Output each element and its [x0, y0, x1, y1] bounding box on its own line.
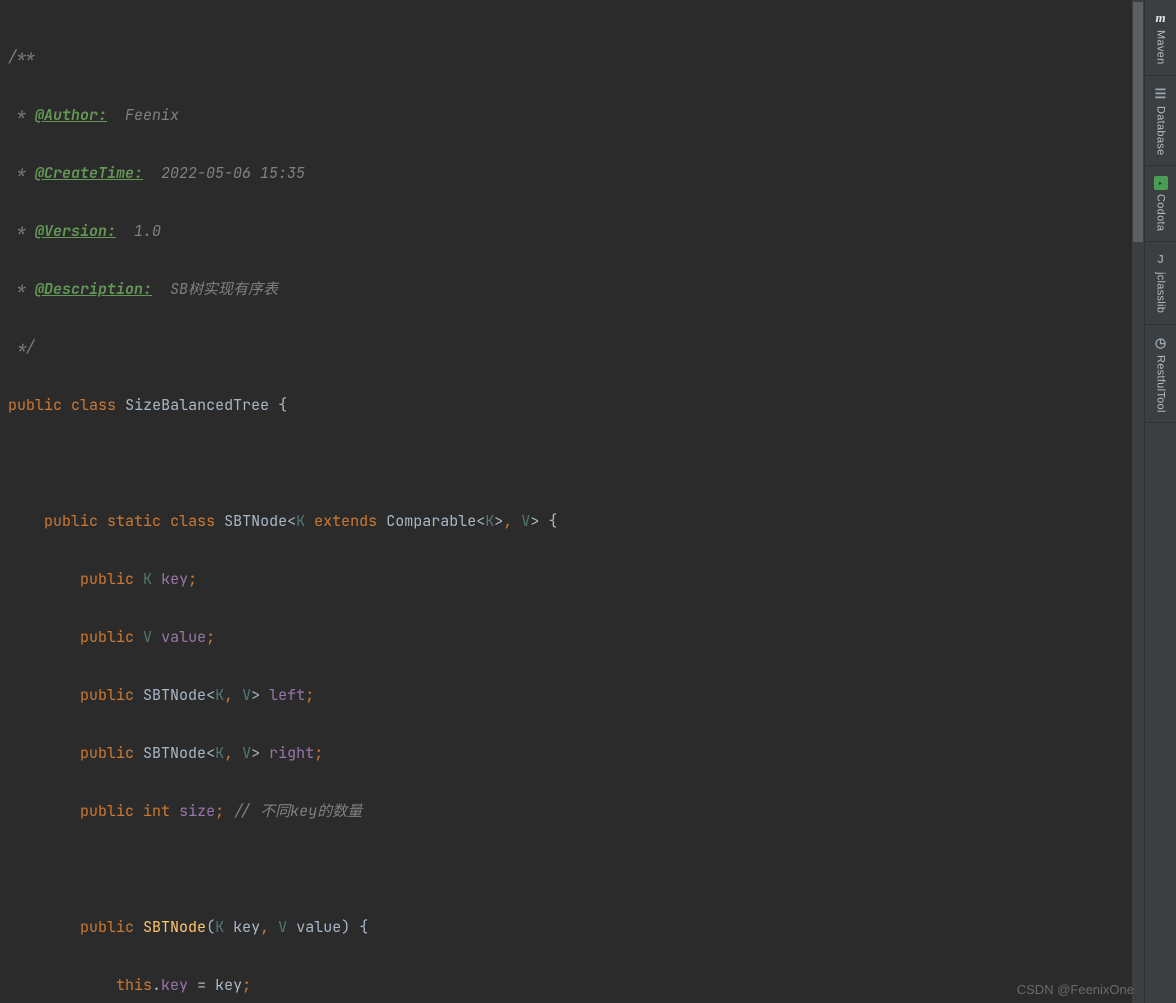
doc-description-tag: @Description: [35, 279, 152, 299]
doc-version-tag: @Version: [35, 221, 116, 241]
doc-createtime-tag: @CreateTime: [35, 163, 143, 183]
doc-createtime-val: 2022-05-06 15:35 [161, 163, 305, 183]
kw-class: class [71, 395, 116, 415]
rail-item-maven[interactable]: m Maven [1145, 0, 1176, 76]
rail-label-codota: Codota [1155, 194, 1167, 231]
rail-item-codota[interactable]: ▸ Codota [1145, 166, 1176, 242]
doc-close: */ [17, 337, 35, 357]
kw-public: public [8, 395, 62, 415]
rail-label-restfultool: RestfulTool [1155, 355, 1167, 413]
scrollbar-track[interactable] [1132, 0, 1144, 1003]
doc-description-val: SB树实现有序表 [170, 279, 278, 299]
cls-sbtnode: SBTNode [224, 511, 287, 531]
rail-item-database[interactable]: ☰ Database [1145, 76, 1176, 167]
rail-label-maven: Maven [1155, 30, 1167, 65]
doc-author-tag: @Author: [35, 105, 107, 125]
rail-item-jclasslib[interactable]: J jclasslib [1145, 242, 1176, 324]
code-editor[interactable]: /** * @Author: Feenix * @CreateTime: 202… [0, 0, 1144, 1003]
doc-version-val: 1.0 [134, 221, 161, 241]
doc-open: /** [8, 47, 35, 67]
rail-item-restfultool[interactable]: ◷ RestfulTool [1145, 325, 1176, 424]
cmt-size: // 不同key的数量 [233, 801, 362, 821]
rail-label-jclasslib: jclasslib [1155, 272, 1167, 313]
restfultool-icon: ◷ [1153, 335, 1169, 351]
code-content: /** * @Author: Feenix * @CreateTime: 202… [0, 0, 1144, 1003]
cls-sbt: SizeBalancedTree [125, 395, 269, 415]
jclasslib-icon: J [1153, 252, 1169, 268]
rail-label-database: Database [1155, 106, 1167, 156]
doc-author-val: Feenix [125, 105, 179, 125]
maven-icon: m [1153, 10, 1169, 26]
scrollbar-thumb[interactable] [1133, 2, 1143, 242]
right-tool-rail: m Maven ☰ Database ▸ Codota J jclasslib … [1144, 0, 1176, 1003]
codota-icon: ▸ [1154, 176, 1168, 190]
ctor-sbtnode: SBTNode [143, 917, 206, 937]
watermark: CSDN @FeenixOne [1017, 982, 1134, 997]
database-icon: ☰ [1153, 86, 1169, 102]
